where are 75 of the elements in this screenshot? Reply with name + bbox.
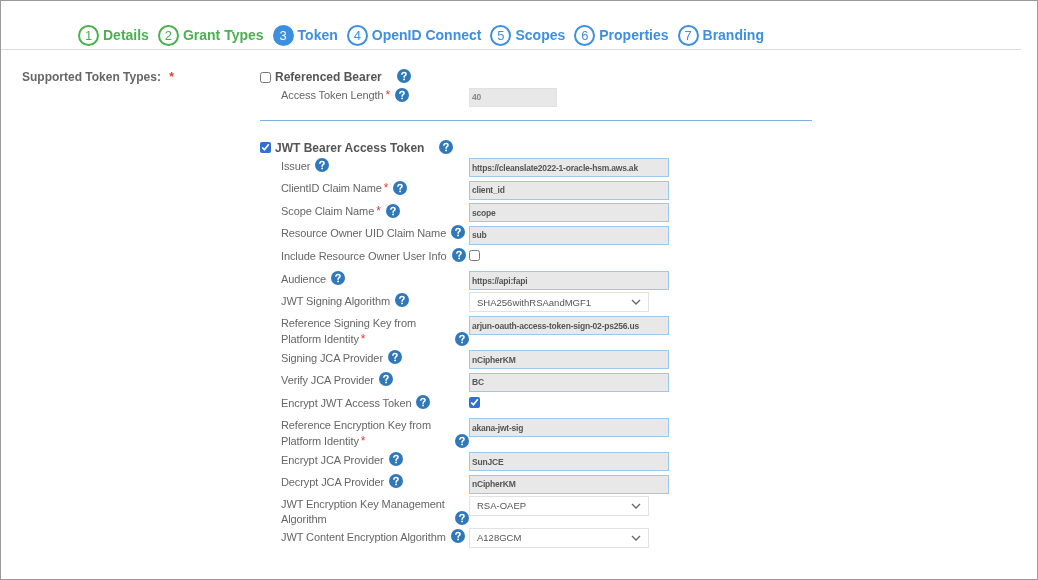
help-icon[interactable] — [389, 474, 404, 489]
token-type-label: Referenced Bearer — [275, 70, 382, 84]
step-label[interactable]: Token — [297, 27, 338, 43]
text-field[interactable]: https://api:fapi — [469, 271, 669, 291]
step-number[interactable]: 5 — [490, 24, 512, 46]
text-field[interactable]: https://cleanslate2022-1-oracle-hsm.aws.ak — [469, 158, 669, 178]
field-label: JWT Content Encryption Algorithm — [281, 529, 446, 545]
token-type-checkbox[interactable] — [260, 142, 271, 154]
field-label: ClientID Claim Name * — [281, 180, 389, 198]
field-label: JWT Encryption Key Management Algorithm — [281, 496, 446, 527]
step-number[interactable]: 1 — [78, 24, 99, 46]
step-number[interactable]: 2 — [157, 24, 179, 46]
chevron-down-icon — [631, 299, 641, 306]
field-label: Encrypt JCA Provider — [281, 452, 384, 468]
step-number[interactable]: 7 — [677, 24, 699, 46]
text-field[interactable]: akana-jwt-sig — [469, 418, 669, 438]
step-label[interactable]: Scopes — [515, 27, 566, 43]
help-icon[interactable] — [315, 157, 330, 172]
section-label: Supported Token Types: — [22, 70, 161, 84]
required-mark: * — [169, 70, 174, 84]
field-checkbox[interactable] — [469, 396, 480, 408]
help-icon[interactable] — [385, 203, 400, 218]
help-icon[interactable] — [393, 181, 408, 196]
text-field[interactable]: scope — [469, 203, 669, 223]
field-label: Include Resource Owner User Info — [281, 248, 447, 264]
help-icon[interactable] — [378, 372, 393, 387]
help-icon[interactable] — [395, 88, 410, 102]
help-icon[interactable] — [455, 510, 469, 525]
help-icon[interactable] — [455, 433, 469, 448]
help-icon[interactable] — [451, 225, 466, 240]
field-label: Decrypt JCA Provider — [281, 475, 385, 491]
field-label: Encrypt JWT Access Token — [281, 395, 412, 411]
field-label: Resource Owner UID Claim Name — [281, 226, 447, 242]
field-label: Verify JCA Provider — [281, 373, 374, 389]
help-icon[interactable] — [331, 270, 346, 285]
field-label: Reference Signing Key from Platform Identity * — [281, 315, 417, 348]
help-icon[interactable] — [394, 293, 409, 308]
text-field[interactable]: client_id — [469, 180, 669, 200]
dropdown[interactable]: A128GCM — [469, 527, 649, 548]
step-label[interactable]: Properties — [599, 27, 669, 43]
dropdown[interactable]: SHA256withRSAandMGF1 — [469, 292, 649, 313]
step-number[interactable]: 6 — [574, 24, 596, 46]
step-number[interactable]: 3 — [272, 24, 294, 46]
token-type-label: JWT Bearer Access Token — [275, 140, 425, 155]
chevron-down-icon — [631, 502, 641, 509]
step-number[interactable]: 4 — [346, 24, 368, 46]
field-label: Audience — [281, 271, 327, 287]
text-field[interactable]: sub — [469, 225, 669, 245]
step-label[interactable]: Branding — [702, 27, 764, 43]
help-icon[interactable] — [450, 528, 465, 543]
token-type-checkbox[interactable] — [260, 71, 271, 83]
step-label[interactable]: Details — [103, 27, 149, 43]
text-field[interactable]: SunJCE — [469, 452, 669, 472]
field-label: Access Token Length * — [281, 87, 391, 104]
field-label: JWT Signing Algorithm — [281, 294, 390, 310]
step-label[interactable]: OpenID Connect — [371, 27, 482, 43]
dropdown[interactable]: RSA-OAEP — [469, 495, 649, 516]
field-label: Signing JCA Provider — [281, 350, 383, 366]
chevron-down-icon — [631, 534, 641, 541]
field-label: Reference Encryption Key from Platform Identity * — [281, 417, 432, 450]
help-icon[interactable] — [416, 394, 431, 409]
step-label[interactable]: Grant Types — [182, 27, 264, 43]
field-label: Issuer — [281, 158, 311, 174]
text-field[interactable]: nCipherKM — [469, 474, 669, 494]
help-icon[interactable] — [451, 247, 466, 262]
text-field[interactable]: BC — [469, 372, 669, 392]
field-label: Scope Claim Name * — [281, 202, 381, 220]
help-icon[interactable] — [455, 331, 469, 346]
help-icon[interactable] — [387, 349, 402, 364]
help-icon[interactable] — [396, 69, 411, 83]
text-field[interactable]: nCipherKM — [469, 350, 669, 370]
help-icon[interactable] — [388, 451, 403, 466]
field-checkbox[interactable] — [469, 249, 480, 261]
text-field[interactable]: arjun-oauth-access-token-sign-02-ps256.us — [469, 316, 669, 336]
help-icon[interactable] — [439, 139, 454, 154]
